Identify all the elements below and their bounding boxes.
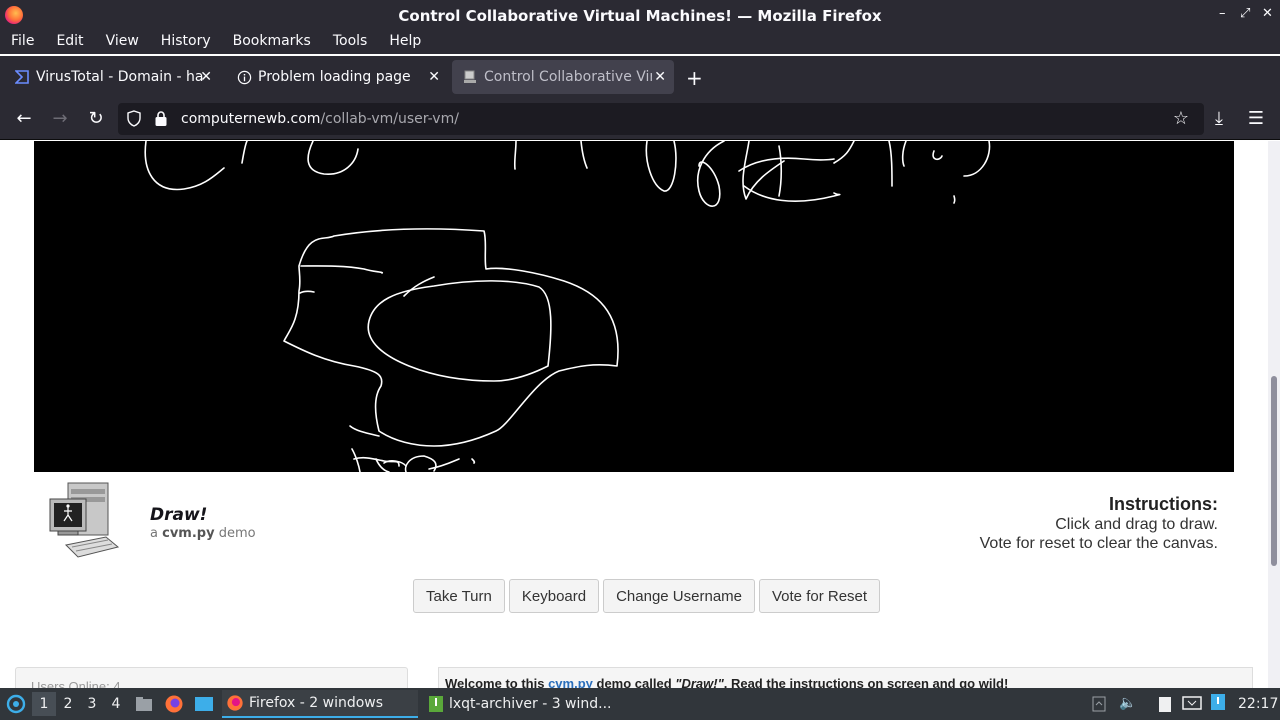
file-manager-icon[interactable]	[135, 696, 153, 716]
scrollbar-thumb[interactable]	[1271, 376, 1277, 566]
url-host: computernewb.com	[181, 111, 321, 127]
tray-arrow-icon[interactable]	[1092, 696, 1106, 716]
clipboard-icon[interactable]	[1156, 695, 1174, 717]
info-icon	[236, 69, 252, 85]
change-username-button[interactable]: Change Username	[603, 579, 755, 613]
app-title: Draw!	[150, 505, 208, 525]
keyboard-button[interactable]: Keyboard	[508, 579, 600, 613]
app-subtitle-prefix: a	[150, 526, 158, 541]
start-menu-icon[interactable]	[6, 694, 26, 718]
app-subtitle: a cvm.py demo	[150, 526, 256, 541]
menu-tools[interactable]: Tools	[322, 30, 379, 54]
workspace-3[interactable]: 3	[80, 692, 104, 716]
task-firefox[interactable]: Firefox - 2 windows	[222, 690, 418, 718]
navigation-bar: ← → ↻ computernewb.com/collab-vm/user-vm…	[0, 99, 1280, 140]
bookmark-star-icon[interactable]: ☆	[1169, 108, 1193, 129]
forward-icon[interactable]: →	[48, 108, 72, 129]
instructions: Instructions: Click and drag to draw. Vo…	[980, 494, 1218, 553]
page-content: Draw! a cvm.py demo Instructions: Click …	[0, 141, 1268, 688]
archiver-task-icon	[429, 696, 443, 712]
app-subtitle-name: cvm.py	[162, 526, 215, 541]
menu-history[interactable]: History	[150, 30, 222, 54]
chat-text-pre: Welcome to this	[445, 676, 545, 688]
tab-problem-loading[interactable]: Problem loading page ✕	[226, 60, 448, 94]
task-lxqt-archiver[interactable]: lxqt-archiver - 3 wind...	[424, 690, 620, 718]
users-online-panel: Users Online: 4	[15, 667, 408, 688]
tab-label: Problem loading page	[258, 69, 411, 85]
chat-demo-name: "Draw!"	[675, 676, 724, 688]
close-tab-icon[interactable]: ✕	[654, 69, 666, 85]
page-scrollbar[interactable]	[1268, 141, 1280, 688]
menu-bookmarks[interactable]: Bookmarks	[222, 30, 322, 54]
drawing-canvas[interactable]	[34, 141, 1234, 472]
firefox-task-icon	[227, 695, 243, 711]
virustotal-icon	[14, 69, 30, 85]
display-icon[interactable]	[1182, 696, 1202, 716]
cvm-computer-logo	[48, 481, 120, 563]
take-turn-button[interactable]: Take Turn	[413, 579, 505, 613]
window-titlebar: Control Collaborative Virtual Machines! …	[0, 0, 1280, 30]
minimize-icon[interactable]: –	[1219, 6, 1226, 21]
firefox-launcher-icon[interactable]	[164, 694, 184, 718]
terminal-launcher-icon[interactable]	[194, 696, 214, 716]
clock: 22:17	[1238, 696, 1279, 712]
menu-file[interactable]: File	[0, 30, 45, 54]
maximize-icon[interactable]: ⤢	[1240, 6, 1250, 21]
url-path: /collab-vm/user-vm/	[320, 111, 459, 127]
task-firefox-label: Firefox - 2 windows	[249, 695, 384, 711]
chat-message: Welcome to this cvm.py demo called "Draw…	[445, 676, 1008, 688]
chat-link[interactable]: cvm.py	[548, 676, 593, 688]
menu-view[interactable]: View	[95, 30, 150, 54]
canvas-drawing	[144, 141, 991, 472]
chat-text-post: . Read the instructions on screen and go…	[723, 676, 1009, 688]
menu-help[interactable]: Help	[378, 30, 432, 54]
back-icon[interactable]: ←	[12, 108, 36, 129]
reload-icon[interactable]: ↻	[84, 108, 108, 129]
workspace-4[interactable]: 4	[104, 692, 128, 716]
tab-virustotal[interactable]: VirusTotal - Domain - hax ✕	[4, 60, 220, 94]
shield-icon[interactable]	[126, 110, 142, 131]
task-archiver-label: lxqt-archiver - 3 wind...	[449, 696, 612, 712]
close-window-icon[interactable]: ✕	[1262, 6, 1273, 21]
tab-bar: VirusTotal - Domain - hax ✕ Problem load…	[0, 56, 1280, 99]
taskbar: 1 2 3 4 Firefox - 2 windows lxqt-archive…	[0, 688, 1280, 720]
close-tab-icon[interactable]: ✕	[428, 69, 440, 85]
app-subtitle-suffix: demo	[218, 526, 256, 541]
menu-bar: File Edit View History Bookmarks Tools H…	[0, 30, 1280, 54]
chat-panel: Welcome to this cvm.py demo called "Draw…	[438, 667, 1253, 688]
workspace-2[interactable]: 2	[56, 692, 80, 716]
close-tab-icon[interactable]: ✕	[200, 69, 212, 85]
workspace-1[interactable]: 1	[32, 692, 56, 716]
control-buttons: Take Turn Keyboard Change Username Vote …	[413, 579, 881, 613]
tab-collab-vm[interactable]: Control Collaborative Virt ✕	[452, 60, 674, 94]
vm-icon	[462, 69, 478, 85]
lock-icon[interactable]	[154, 110, 168, 131]
instructions-line-1: Click and drag to draw.	[1055, 516, 1218, 533]
downloads-icon[interactable]: ⤓	[1207, 108, 1231, 129]
chat-text-mid: demo called	[596, 676, 672, 688]
menu-edit[interactable]: Edit	[45, 30, 94, 54]
vote-reset-button[interactable]: Vote for Reset	[759, 579, 881, 613]
window-title: Control Collaborative Virtual Machines! …	[398, 7, 882, 25]
new-tab-icon[interactable]: +	[686, 66, 703, 90]
app-menu-icon[interactable]: ☰	[1244, 108, 1268, 129]
instructions-line-2: Vote for reset to clear the canvas.	[979, 535, 1218, 552]
tab-label: Control Collaborative Virt	[484, 69, 652, 85]
users-online-label: Users Online: 4	[31, 679, 121, 688]
volume-icon[interactable]: 🔈	[1119, 695, 1136, 711]
url-bar[interactable]: computernewb.com/collab-vm/user-vm/	[118, 103, 1204, 135]
tab-label: VirusTotal - Domain - hax	[36, 69, 204, 85]
url-text[interactable]: computernewb.com/collab-vm/user-vm/	[181, 111, 459, 127]
instructions-heading: Instructions:	[1108, 494, 1218, 514]
update-notification-icon[interactable]	[1210, 693, 1226, 715]
